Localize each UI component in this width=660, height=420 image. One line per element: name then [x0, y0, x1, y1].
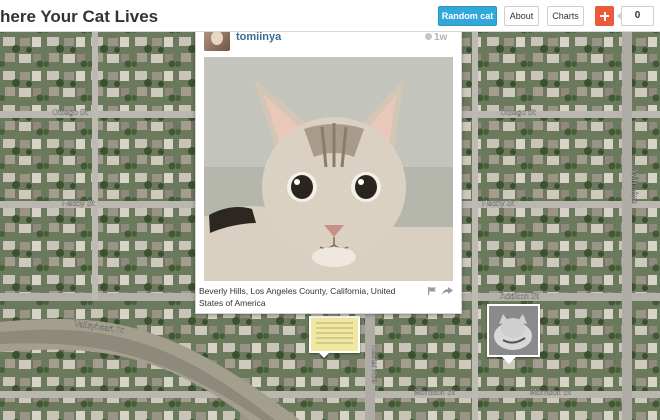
street-label-hesby-right: Hesby St [482, 199, 515, 208]
street-label-hesby-left: Hesby St [62, 199, 95, 208]
post-time: 1w [425, 32, 447, 43]
random-cat-button[interactable]: Random cat [438, 6, 497, 26]
site-title[interactable]: here Your Cat Lives [0, 7, 158, 27]
about-button[interactable]: About [504, 6, 539, 26]
marker-thumbnail [311, 318, 358, 351]
street-label-kester: Kester Ave [370, 345, 379, 384]
like-count: 0 [617, 6, 654, 26]
marker-thumbnail [489, 306, 538, 355]
clock-icon [425, 33, 432, 40]
street-label-addison: Addison St [500, 292, 539, 301]
street-label-morrison-left: Morrison St [414, 388, 456, 397]
charts-button[interactable]: Charts [547, 6, 584, 26]
cat-photo-card: tomiinya 1w Beverly Hills, Los Angeles C… [195, 26, 462, 314]
top-navigation-bar: here Your Cat Lives Random cat About Cha… [0, 0, 660, 32]
location-text: Beverly Hills, Los Angeles County, Calif… [199, 286, 396, 308]
username-link[interactable]: tomiinya [236, 31, 281, 43]
cat-photo[interactable] [204, 57, 453, 281]
street-label-otsego-left: Otsego St [52, 108, 88, 117]
share-icon[interactable] [442, 287, 453, 295]
post-time-text: 1w [434, 32, 448, 43]
map-marker-cat-thumbnail[interactable] [487, 304, 540, 364]
street-label-morrison-right: Morrison St [530, 388, 572, 397]
flag-icon[interactable] [428, 287, 436, 295]
map-marker-cat-photo[interactable] [309, 316, 360, 358]
street-label-otsego-right: Otsego St [500, 108, 536, 117]
street-label-willis: Willis Ave [630, 170, 639, 205]
plus-icon[interactable] [595, 6, 614, 26]
